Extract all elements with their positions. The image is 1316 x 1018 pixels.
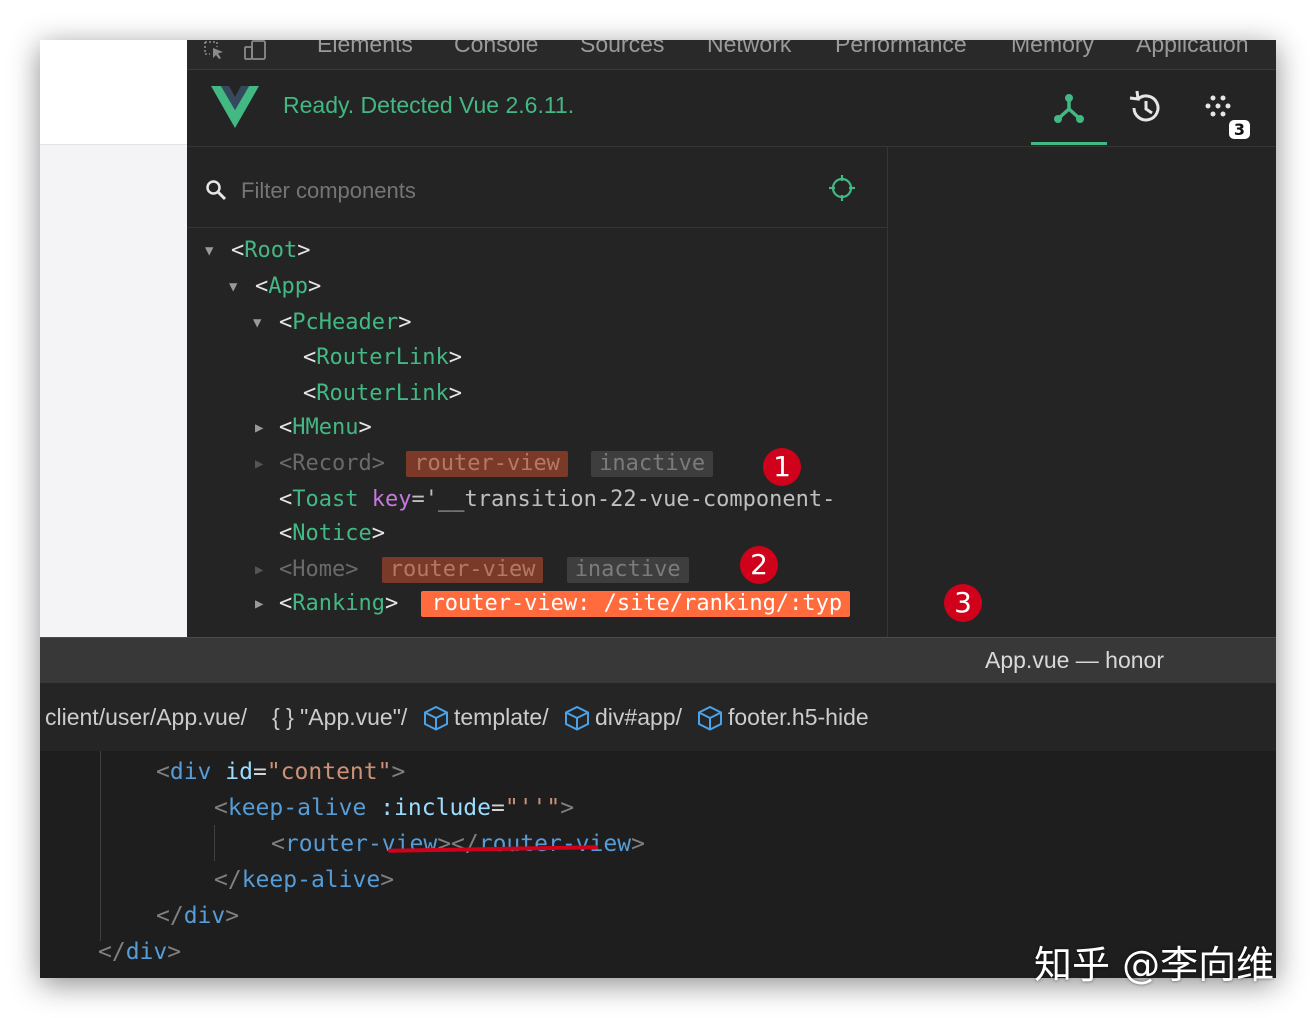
page-header-area <box>40 40 187 145</box>
tab-network[interactable]: Network <box>707 40 791 58</box>
inactive-chip: inactive <box>566 557 689 583</box>
tree-node-toast[interactable]: <Toast key='__transition-22-vue-componen… <box>279 483 835 517</box>
devtools-tab-bar: Elements Console Sources Network Perform… <box>187 40 1276 70</box>
page-viewport <box>40 40 187 637</box>
timeline-count-badge: 3 <box>1229 120 1250 139</box>
router-view-chip: router-view <box>381 557 544 583</box>
breadcrumb: client/user/App.vue/ { } "App.vue"/ temp… <box>40 683 1276 751</box>
component-tree: ▼ <Root> ▼ <App> ▼ <PcHeader> <RouterLin… <box>187 228 887 637</box>
code-line: <div id="content"> <box>156 759 406 785</box>
select-component-target-icon[interactable] <box>828 174 856 202</box>
editor-title-bar: App.vue — honor <box>40 637 1276 683</box>
cube-icon <box>424 705 448 731</box>
annotation-marker-3: 3 <box>944 584 982 622</box>
inactive-chip: inactive <box>591 451 714 477</box>
expand-triangle-icon[interactable]: ▶ <box>255 411 263 445</box>
filter-components-input[interactable] <box>239 177 803 205</box>
tab-memory[interactable]: Memory <box>1011 40 1094 58</box>
code-line: </div> <box>98 939 182 965</box>
screenshot-frame: Elements Console Sources Network Perform… <box>40 40 1276 978</box>
tree-node-home[interactable]: ▶ <Home> router-view inactive <box>255 553 689 587</box>
vue-logo-icon <box>211 86 259 128</box>
tree-node-pcheader[interactable]: ▼ <PcHeader> <box>253 306 411 340</box>
expand-triangle-icon[interactable]: ▶ <box>255 587 263 621</box>
pane-divider[interactable] <box>887 147 888 637</box>
code-line: <keep-alive :include="''"> <box>214 795 575 821</box>
expand-triangle-icon[interactable]: ▶ <box>255 447 263 481</box>
tree-node-ranking[interactable]: ▶ <Ranking> router-view: /site/ranking/:… <box>255 587 851 621</box>
breadcrumb-div-app[interactable]: div#app/ <box>595 704 682 731</box>
devtools-panel: Elements Console Sources Network Perform… <box>187 40 1276 637</box>
expand-triangle-icon[interactable]: ▶ <box>255 553 263 587</box>
code-line: </div> <box>156 903 240 929</box>
history-icon[interactable] <box>1125 88 1165 128</box>
breadcrumb-file[interactable]: { } "App.vue"/ <box>272 704 407 731</box>
code-editor: App.vue — honor client/user/App.vue/ { }… <box>40 637 1276 978</box>
collapse-triangle-icon[interactable]: ▼ <box>229 270 237 304</box>
breadcrumb-path[interactable]: client/user/App.vue/ <box>45 704 247 731</box>
editor-window-title: App.vue — honor <box>985 647 1165 673</box>
vue-devtools-header: Ready. Detected Vue 2.6.11. 3 <box>187 70 1276 147</box>
router-view-active-chip: router-view: /site/ranking/:typ <box>421 591 851 617</box>
collapse-triangle-icon[interactable]: ▼ <box>205 234 213 268</box>
cube-icon <box>698 705 722 731</box>
breadcrumb-template[interactable]: template/ <box>454 704 549 731</box>
tree-node-app[interactable]: ▼ <App> <box>229 270 321 304</box>
tab-console[interactable]: Console <box>454 40 538 58</box>
device-toolbar-icon[interactable] <box>243 40 267 60</box>
tab-application[interactable]: Application <box>1136 40 1249 58</box>
router-view-chip: router-view <box>406 451 568 477</box>
tree-node-notice[interactable]: <Notice> <box>279 517 385 551</box>
breadcrumb-footer[interactable]: footer.h5-hide <box>728 704 869 731</box>
tree-node-routerlink[interactable]: <RouterLink> <box>303 341 462 375</box>
tab-performance[interactable]: Performance <box>835 40 967 58</box>
inspect-element-icon[interactable] <box>203 40 227 60</box>
tree-node-root[interactable]: ▼ <Root> <box>205 234 310 268</box>
search-icon <box>206 180 227 201</box>
tree-node-hmenu[interactable]: ▶ <HMenu> <box>255 411 372 445</box>
code-line: </keep-alive> <box>214 867 395 893</box>
components-tab-indicator <box>1031 142 1107 145</box>
code-line: <router-view></router-view> <box>271 831 645 857</box>
indent-guide <box>214 825 215 861</box>
zhihu-watermark: 知乎 @李向维 <box>1034 943 1275 987</box>
tree-node-routerlink[interactable]: <RouterLink> <box>303 377 462 411</box>
tab-elements[interactable]: Elements <box>317 40 413 58</box>
vue-detected-status: Ready. Detected Vue 2.6.11. <box>283 92 575 118</box>
component-filter-bar <box>187 147 887 228</box>
collapse-triangle-icon[interactable]: ▼ <box>253 306 261 340</box>
annotation-marker-2: 2 <box>740 546 778 584</box>
annotation-marker-1: 1 <box>763 448 801 486</box>
indent-guide <box>100 751 101 941</box>
components-tree-icon[interactable] <box>1049 88 1089 128</box>
tree-node-record[interactable]: ▶ <Record> router-view inactive <box>255 447 714 481</box>
tab-sources[interactable]: Sources <box>580 40 664 58</box>
cube-icon <box>565 705 589 731</box>
